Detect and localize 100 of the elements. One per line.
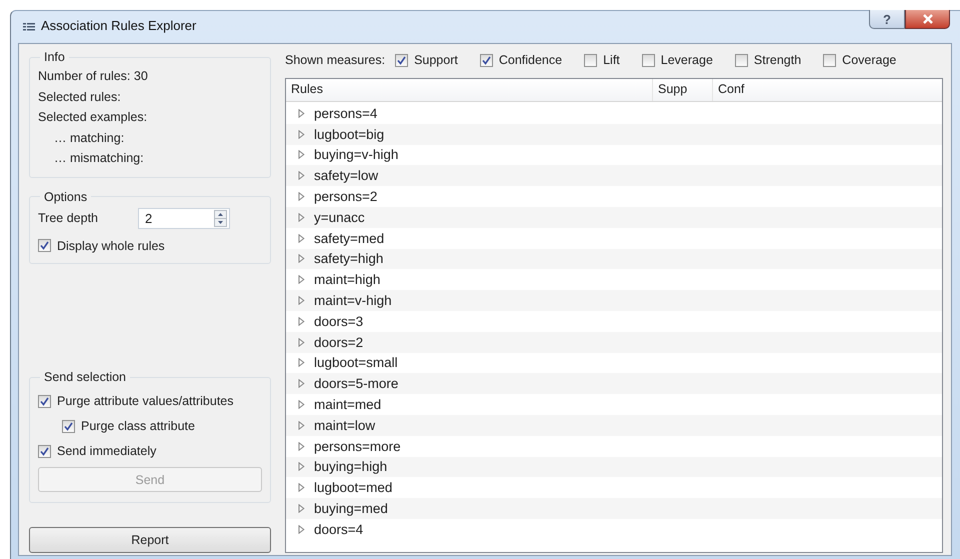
column-header[interactable]: Conf <box>713 79 942 101</box>
checkbox-label: Support <box>414 53 458 67</box>
group-title: Info <box>43 50 66 64</box>
column-header[interactable]: Rules <box>286 79 653 101</box>
rule-text: lugboot=small <box>314 355 398 370</box>
rule-text: maint=v-high <box>314 293 392 308</box>
expand-arrow-icon[interactable] <box>298 483 305 492</box>
expand-arrow-icon[interactable] <box>298 254 305 264</box>
list-icon <box>23 23 35 31</box>
checkbox[interactable] <box>584 54 598 66</box>
expand-arrow-icon[interactable] <box>298 420 305 430</box>
tree-row[interactable]: maint=low <box>286 414 942 436</box>
rule-text: maint=high <box>314 272 380 288</box>
report-button[interactable]: Report <box>29 527 271 553</box>
checkbox-label: Display whole rules <box>57 238 165 252</box>
rule-text: maint=med <box>314 397 382 412</box>
rule-text: buying=med <box>314 501 388 516</box>
expand-arrow-icon[interactable] <box>298 171 305 180</box>
tree-row[interactable]: doors=3 <box>286 310 942 332</box>
rule-text: doors=2 <box>314 334 364 350</box>
expand-arrow-icon[interactable] <box>298 150 305 160</box>
expand-arrow-icon[interactable] <box>298 130 305 139</box>
rule-text: safety=low <box>314 168 378 184</box>
group-title: Options <box>43 190 88 204</box>
check-icon <box>64 422 73 431</box>
rule-text: lugboot=big <box>314 126 384 142</box>
checkbox[interactable] <box>38 239 51 252</box>
checkbox[interactable] <box>395 54 408 66</box>
tree-row[interactable]: persons=2 <box>286 186 942 207</box>
rule-text: doors=3 <box>314 314 364 329</box>
column-header[interactable]: Supp <box>653 79 713 101</box>
expand-arrow-icon[interactable] <box>298 524 305 534</box>
checkbox-label: Leverage <box>660 53 713 67</box>
expand-arrow-icon[interactable] <box>298 379 305 388</box>
close-button[interactable] <box>905 10 950 29</box>
checkbox-label: Coverage <box>842 53 896 67</box>
tree-row[interactable]: doors=4 <box>286 518 942 540</box>
checkbox[interactable]: Purge attribute values/attributes <box>38 392 262 411</box>
checkbox[interactable] <box>734 54 748 66</box>
tree-row[interactable]: buying=high <box>286 456 942 478</box>
rule-text: safety=high <box>314 251 384 266</box>
check-icon <box>40 447 49 456</box>
tree-row[interactable]: buying=med <box>286 498 942 519</box>
tree-row[interactable]: maint=v-high <box>286 290 942 311</box>
expand-arrow-icon[interactable] <box>298 442 305 451</box>
field-label: Tree depth <box>38 211 99 225</box>
rule-text: persons=more <box>314 438 401 454</box>
rule-text: doors=5-more <box>314 376 398 392</box>
rule-text: persons=4 <box>314 106 378 121</box>
check-icon <box>40 397 49 406</box>
expand-arrow-icon[interactable] <box>298 358 305 368</box>
tree-row[interactable]: doors=5-more <box>286 373 942 394</box>
expand-arrow-icon[interactable] <box>298 400 305 410</box>
spin-arrows-icon[interactable] <box>214 210 227 226</box>
help-button[interactable]: ? <box>869 10 905 29</box>
expand-arrow-icon[interactable] <box>298 275 305 284</box>
tree-row[interactable]: safety=med <box>286 228 942 249</box>
window-title: Association Rules Explorer <box>41 18 196 33</box>
info-text: Selected rules: <box>38 88 122 106</box>
tree-row[interactable]: maint=high <box>286 269 942 290</box>
expand-arrow-icon[interactable] <box>298 212 305 222</box>
measures-label: Shown measures: <box>285 53 386 67</box>
expand-arrow-icon[interactable] <box>298 234 305 243</box>
info-text: Selected examples: <box>38 109 148 126</box>
tree-row[interactable]: persons=4 <box>286 103 942 124</box>
info-text: … mismatching: <box>53 150 145 167</box>
tree-row[interactable]: lugboot=small <box>286 352 942 374</box>
rule-text: maint=low <box>314 418 376 433</box>
expand-arrow-icon[interactable] <box>298 316 305 326</box>
checkbox[interactable]: Purge class attribute <box>38 417 262 436</box>
rule-text: doors=4 <box>314 522 364 537</box>
expand-arrow-icon[interactable] <box>298 504 305 514</box>
checkbox[interactable]: Send immediately <box>38 442 262 461</box>
rule-text: lugboot=med <box>314 480 392 496</box>
tree-row[interactable]: lugboot=med <box>286 477 942 498</box>
expand-arrow-icon[interactable] <box>298 192 305 202</box>
checkbox[interactable] <box>480 54 493 66</box>
tree-row[interactable]: persons=more <box>286 436 942 457</box>
expand-arrow-icon[interactable] <box>298 296 305 306</box>
checkbox[interactable] <box>642 54 655 66</box>
rule-text: y=unacc <box>314 210 365 225</box>
tree-row[interactable]: y=unacc <box>286 206 942 228</box>
checkbox-label: Confidence <box>498 53 562 67</box>
checkbox[interactable] <box>823 54 836 66</box>
tree-row[interactable]: safety=low <box>286 165 942 186</box>
expand-arrow-icon[interactable] <box>298 108 305 118</box>
tree-row[interactable]: safety=high <box>286 248 942 270</box>
checkbox-label: Strength <box>754 53 802 67</box>
rule-text: safety=med <box>314 230 384 246</box>
tree-row[interactable]: doors=2 <box>286 332 942 353</box>
info-text: Number of rules: 30 <box>38 68 149 85</box>
rule-text: buying=v-high <box>314 147 398 162</box>
tree-row[interactable]: maint=med <box>286 394 942 415</box>
spin-box[interactable]: 2 <box>138 208 230 228</box>
tree-row[interactable]: buying=v-high <box>286 144 942 166</box>
info-text: … matching: <box>53 130 126 147</box>
expand-arrow-icon[interactable] <box>298 338 305 347</box>
tree-row[interactable]: lugboot=big <box>286 124 942 145</box>
rule-text: persons=2 <box>314 189 378 204</box>
expand-arrow-icon[interactable] <box>298 462 305 472</box>
